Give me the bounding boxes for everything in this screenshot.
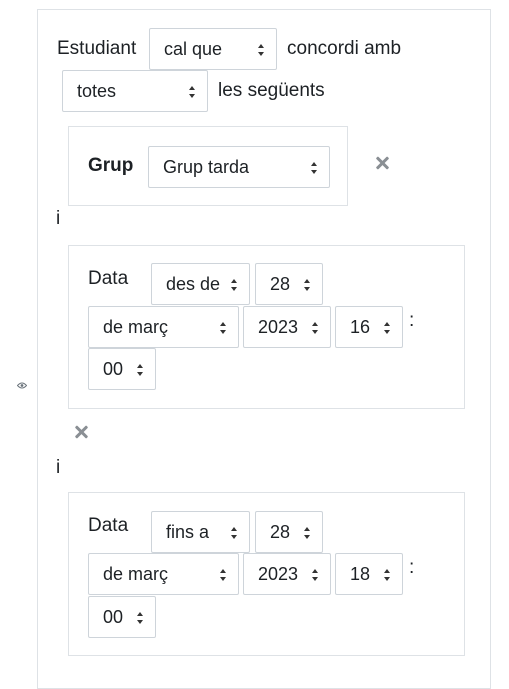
day-value: 28 [270, 274, 291, 294]
date-direction-select[interactable]: fins a [151, 511, 250, 553]
year-select[interactable]: 2023 [243, 553, 331, 595]
must-select-value: cal que [164, 39, 223, 59]
month-select[interactable]: de març [88, 306, 239, 348]
restriction-set-container: Estudiant cal que concordi amb totes les… [37, 9, 491, 689]
select-arrows-icon [231, 527, 238, 539]
delete-date-1-icon[interactable] [74, 425, 88, 439]
select-arrows-icon [312, 322, 319, 334]
day-select[interactable]: 28 [255, 263, 323, 305]
joiner-and-1: i [56, 208, 61, 229]
date-label: Data [88, 268, 129, 289]
hour-select[interactable]: 16 [335, 306, 403, 348]
date-restriction-box-2: Data fins a 28 de març 2023 18 : 00 [68, 492, 465, 656]
following-label: les següents [218, 80, 325, 101]
select-arrows-icon [312, 569, 319, 581]
select-arrows-icon [311, 162, 318, 174]
select-arrows-icon [384, 569, 391, 581]
date-label: Data [88, 515, 129, 536]
hour-select[interactable]: 18 [335, 553, 403, 595]
time-colon: : [409, 557, 415, 578]
select-arrows-icon [304, 279, 311, 291]
select-arrows-icon [304, 527, 311, 539]
date-direction-value: fins a [166, 522, 210, 542]
joiner-and-2: i [56, 457, 61, 478]
select-arrows-icon [220, 569, 227, 581]
select-arrows-icon [258, 44, 265, 56]
delete-group-icon[interactable] [375, 156, 389, 170]
select-arrows-icon [384, 322, 391, 334]
year-select[interactable]: 2023 [243, 306, 331, 348]
date-direction-select[interactable]: des de [151, 263, 250, 305]
must-select[interactable]: cal que [149, 28, 277, 70]
scope-select[interactable]: totes [62, 70, 208, 112]
student-label: Estudiant [57, 38, 137, 59]
day-select[interactable]: 28 [255, 511, 323, 553]
select-arrows-icon [220, 322, 227, 334]
hour-value: 16 [350, 317, 371, 337]
group-select-value: Grup tarda [163, 157, 250, 177]
select-arrows-icon [231, 279, 238, 291]
date-restriction-box-1: Data des de 28 de març 2023 16 : 00 [68, 245, 465, 409]
select-arrows-icon [137, 364, 144, 376]
scope-select-value: totes [77, 81, 117, 101]
group-label: Grup [88, 155, 134, 176]
day-value: 28 [270, 522, 291, 542]
time-colon: : [409, 310, 415, 331]
month-value: de març [103, 317, 169, 337]
year-value: 2023 [258, 564, 299, 584]
group-restriction-box: Grup Grup tarda [68, 126, 348, 206]
eye-icon[interactable] [17, 382, 27, 389]
month-value: de març [103, 564, 169, 584]
select-arrows-icon [137, 612, 144, 624]
minute-select[interactable]: 00 [88, 596, 156, 638]
select-arrows-icon [189, 86, 196, 98]
hour-value: 18 [350, 564, 371, 584]
date-direction-value: des de [166, 274, 221, 294]
match-label: concordi amb [287, 38, 402, 59]
minute-value: 00 [103, 359, 124, 379]
group-select[interactable]: Grup tarda [148, 146, 330, 188]
minute-select[interactable]: 00 [88, 348, 156, 390]
year-value: 2023 [258, 317, 299, 337]
month-select[interactable]: de març [88, 553, 239, 595]
minute-value: 00 [103, 607, 124, 627]
